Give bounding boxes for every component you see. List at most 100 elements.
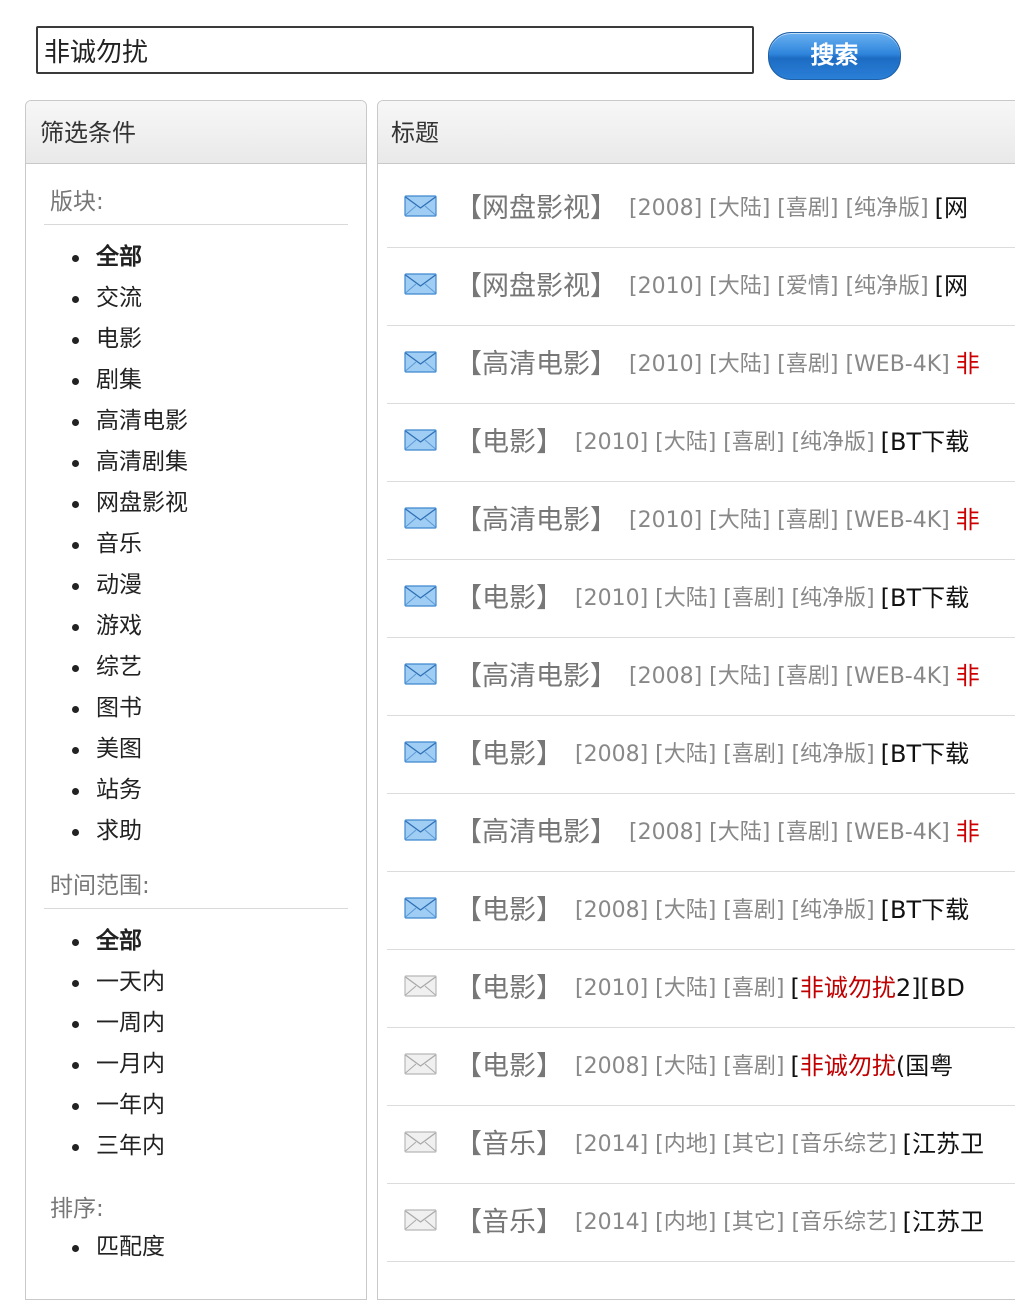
result-category[interactable]: 【音乐】 bbox=[455, 1122, 563, 1161]
mail-blue-icon bbox=[404, 350, 437, 373]
title-text: [BT下载 bbox=[880, 584, 970, 612]
result-title-link[interactable]: 非 bbox=[956, 500, 980, 535]
result-category[interactable]: 【网盘影视】 bbox=[455, 264, 617, 303]
result-title-link[interactable]: [BT下载 bbox=[881, 578, 970, 613]
result-row[interactable]: 【电影】 [2008] [大陆] [喜剧] [非诚勿扰(国粤 bbox=[387, 1028, 1015, 1106]
board-filter-item[interactable]: 交流 bbox=[72, 278, 366, 319]
result-row[interactable]: 【音乐】 [2014] [内地] [其它] [音乐综艺] [江苏卫 bbox=[387, 1106, 1015, 1184]
result-tags: [2008] [大陆] [喜剧] [纯净版] bbox=[575, 741, 875, 767]
title-text: [江苏卫 bbox=[902, 1208, 985, 1236]
board-filter-item[interactable]: 剧集 bbox=[72, 360, 366, 401]
time-filter-item[interactable]: 一天内 bbox=[72, 962, 366, 1003]
result-category[interactable]: 【电影】 bbox=[455, 576, 563, 615]
board-filter-list: 全部 交流 电影 剧集 高清电影 高清剧集 网盘影视 音乐 动漫 游戏 综艺 图书 美图 站务 求助 bbox=[26, 237, 366, 852]
result-title-link[interactable]: [BT下载 bbox=[881, 422, 970, 457]
result-category[interactable]: 【电影】 bbox=[455, 966, 563, 1005]
result-title-link[interactable]: [网 bbox=[935, 266, 968, 301]
board-filter-item[interactable]: 高清电影 bbox=[72, 401, 366, 442]
result-category[interactable]: 【电影】 bbox=[455, 888, 563, 927]
results-panel: 标题 【网盘影视】 [2008] [大陆] [喜剧] [纯净版] [网 【网盘影… bbox=[377, 100, 1015, 1300]
filter-panel: 筛选条件 版块: 全部 交流 电影 剧集 高清电影 高清剧集 网盘影视 音乐 动漫 游戏 综艺 图书美… bbox=[25, 100, 367, 1300]
board-filter-item[interactable]: 动漫 bbox=[72, 565, 366, 606]
result-row[interactable]: 【电影】 [2008] [大陆] [喜剧] [纯净版] [BT下载 bbox=[387, 716, 1015, 794]
result-tags: [2010] [大陆] [喜剧] [纯净版] bbox=[575, 585, 875, 611]
mail-gray-icon bbox=[404, 1052, 437, 1075]
result-tags: [2010] [大陆] [喜剧] [WEB-4K] bbox=[629, 351, 950, 377]
result-row[interactable]: 【高清电影】 [2010] [大陆] [喜剧] [WEB-4K] 非 bbox=[387, 482, 1015, 560]
result-title-link[interactable]: 非 bbox=[956, 344, 980, 379]
result-category[interactable]: 【电影】 bbox=[455, 1044, 563, 1083]
title-highlight: 非 bbox=[955, 818, 980, 846]
result-row[interactable]: 【高清电影】 [2008] [大陆] [喜剧] [WEB-4K] 非 bbox=[387, 794, 1015, 872]
board-filter-item[interactable]: 综艺 bbox=[72, 647, 366, 688]
time-filter-item[interactable]: 一周内 bbox=[72, 1003, 366, 1044]
mail-blue-icon bbox=[404, 506, 437, 529]
result-row[interactable]: 【高清电影】 [2008] [大陆] [喜剧] [WEB-4K] 非 bbox=[387, 638, 1015, 716]
result-tags: [2008] [大陆] [喜剧] [WEB-4K] bbox=[629, 819, 950, 845]
result-category[interactable]: 【高清电影】 bbox=[455, 810, 617, 849]
mail-blue-icon bbox=[404, 584, 437, 607]
result-row[interactable]: 【网盘影视】 [2010] [大陆] [爱情] [纯净版] [网 bbox=[387, 248, 1015, 326]
board-section-title: 版块: bbox=[44, 182, 348, 225]
search-input[interactable] bbox=[36, 26, 754, 74]
result-category[interactable]: 【电影】 bbox=[455, 420, 563, 459]
board-filter-item[interactable]: 图书 bbox=[72, 688, 366, 729]
title-text-suffix: (国粤 bbox=[895, 1052, 954, 1080]
result-tags: [2010] [大陆] [喜剧] bbox=[575, 975, 785, 1001]
mail-blue-icon bbox=[404, 740, 437, 763]
result-title-link[interactable]: [网 bbox=[935, 188, 968, 223]
result-row[interactable]: 【电影】 [2008] [大陆] [喜剧] [纯净版] [BT下载 bbox=[387, 872, 1015, 950]
time-filter-item[interactable]: 一年内 bbox=[72, 1085, 366, 1126]
mail-blue-icon bbox=[404, 428, 437, 451]
result-tags: [2014] [内地] [其它] [音乐综艺] bbox=[575, 1209, 897, 1235]
board-filter-item[interactable]: 美图 bbox=[72, 729, 366, 770]
time-filter-item[interactable]: 一月内 bbox=[72, 1044, 366, 1085]
result-category[interactable]: 【高清电影】 bbox=[455, 654, 617, 693]
result-row[interactable]: 【网盘影视】 [2008] [大陆] [喜剧] [纯净版] [网 bbox=[387, 164, 1015, 248]
result-title-link[interactable]: 非 bbox=[956, 656, 980, 691]
result-title-link[interactable]: [非诚勿扰(国粤 bbox=[790, 1046, 953, 1081]
result-tags: [2010] [大陆] [喜剧] [纯净版] bbox=[575, 429, 875, 455]
result-title-link[interactable]: [江苏卫 bbox=[903, 1124, 984, 1159]
board-filter-item[interactable]: 站务 bbox=[72, 770, 366, 811]
title-text: [BT下载 bbox=[880, 896, 970, 924]
mail-blue-icon bbox=[404, 194, 437, 217]
result-category[interactable]: 【电影】 bbox=[455, 732, 563, 771]
title-text: [BT下载 bbox=[880, 740, 970, 768]
board-filter-item[interactable]: 全部 bbox=[72, 237, 366, 278]
search-button[interactable]: 搜索 bbox=[768, 32, 901, 80]
result-title-link[interactable]: [BT下载 bbox=[881, 734, 970, 769]
result-row[interactable]: 【高清电影】 [2010] [大陆] [喜剧] [WEB-4K] 非 bbox=[387, 326, 1015, 404]
result-tags: [2014] [内地] [其它] [音乐综艺] bbox=[575, 1131, 897, 1157]
result-tags: [2010] [大陆] [喜剧] [WEB-4K] bbox=[629, 507, 950, 533]
board-filter-item[interactable]: 电影 bbox=[72, 319, 366, 360]
board-filter-item[interactable]: 高清剧集 bbox=[72, 442, 366, 483]
time-filter-list: 全部 一天内 一周内 一月内 一年内 三年内 bbox=[26, 921, 366, 1167]
result-row[interactable]: 【电影】 [2010] [大陆] [喜剧] [纯净版] [BT下载 bbox=[387, 560, 1015, 638]
result-title-link[interactable]: 非 bbox=[956, 812, 980, 847]
title-text: [BT下载 bbox=[880, 428, 970, 456]
title-text: [ bbox=[790, 974, 800, 1002]
result-title-link[interactable]: [江苏卫 bbox=[903, 1202, 984, 1237]
result-row[interactable]: 【音乐】 [2014] [内地] [其它] [音乐综艺] [江苏卫 bbox=[387, 1184, 1015, 1262]
board-filter-item[interactable]: 音乐 bbox=[72, 524, 366, 565]
result-category[interactable]: 【高清电影】 bbox=[455, 342, 617, 381]
title-highlight: 非 bbox=[955, 506, 980, 534]
board-filter-item[interactable]: 游戏 bbox=[72, 606, 366, 647]
time-filter-item[interactable]: 全部 bbox=[72, 921, 366, 962]
result-tags: [2008] [大陆] [喜剧] [WEB-4K] bbox=[629, 663, 950, 689]
mail-gray-icon bbox=[404, 974, 437, 997]
result-row[interactable]: 【电影】 [2010] [大陆] [喜剧] [非诚勿扰2][BD bbox=[387, 950, 1015, 1028]
board-filter-item[interactable]: 网盘影视 bbox=[72, 483, 366, 524]
result-category[interactable]: 【网盘影视】 bbox=[455, 186, 617, 225]
result-row[interactable]: 【电影】 [2010] [大陆] [喜剧] [纯净版] [BT下载 bbox=[387, 404, 1015, 482]
result-category[interactable]: 【高清电影】 bbox=[455, 498, 617, 537]
time-section-title: 时间范围: bbox=[44, 866, 348, 909]
sort-option-item[interactable]: 匹配度 bbox=[72, 1227, 366, 1268]
time-filter-item[interactable]: 三年内 bbox=[72, 1126, 366, 1167]
result-category[interactable]: 【音乐】 bbox=[455, 1200, 563, 1239]
result-title-link[interactable]: [BT下载 bbox=[881, 890, 970, 925]
result-title-link[interactable]: [非诚勿扰2][BD bbox=[790, 968, 964, 1003]
board-filter-item[interactable]: 求助 bbox=[72, 811, 366, 852]
results-list: 【网盘影视】 [2008] [大陆] [喜剧] [纯净版] [网 【网盘影视】 … bbox=[378, 164, 1015, 1262]
